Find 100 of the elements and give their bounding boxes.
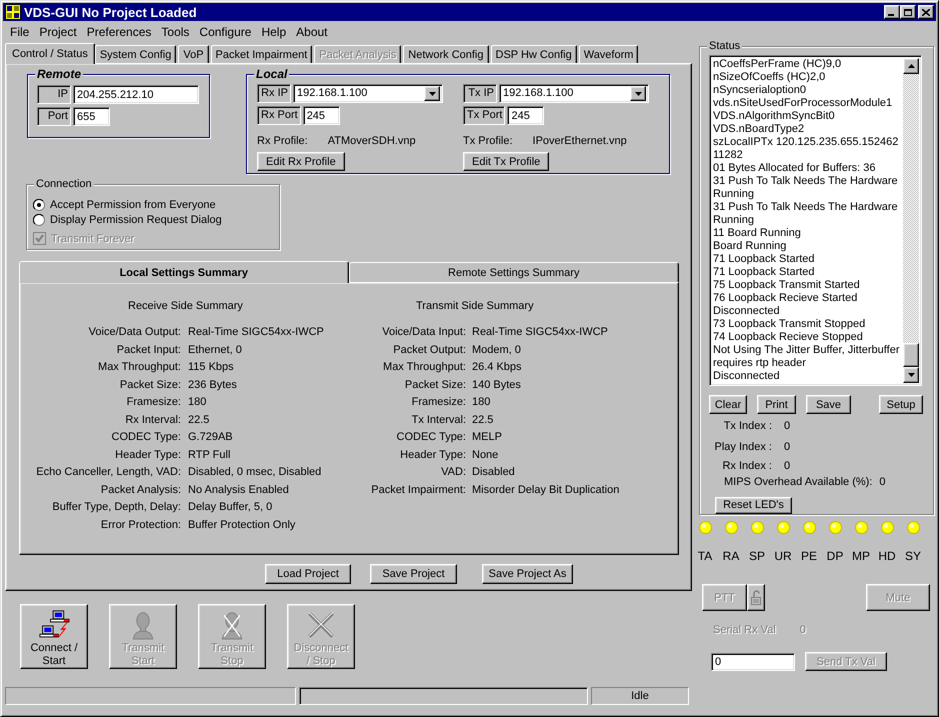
- menu-item[interactable]: Configure: [194, 24, 256, 38]
- radio-button[interactable]: [33, 198, 45, 210]
- setting-label: Max Throughput:: [97, 360, 182, 375]
- log-button[interactable]: Clear: [709, 395, 747, 414]
- profile-label: Rx Profile:: [257, 134, 308, 148]
- scrollbar-thumb[interactable]: [903, 343, 919, 367]
- setting-label: Framesize:: [410, 395, 467, 410]
- index-value: 0: [784, 420, 792, 433]
- setting-label: Framesize:: [126, 395, 182, 410]
- log-line: 75 Loopback Transmit Started: [713, 279, 861, 292]
- tab[interactable]: DSP Hw Config: [490, 45, 577, 63]
- setting-label: Header Type:: [114, 448, 182, 462]
- project-button[interactable]: Save Project: [370, 564, 457, 584]
- setting-value: 180: [188, 395, 208, 410]
- setting-label: Voice/Data Output:: [88, 325, 182, 340]
- setting-label: Voice/Data Input:: [381, 325, 467, 340]
- close-button[interactable]: [918, 5, 934, 19]
- field-label: Rx Port: [257, 106, 301, 125]
- tab[interactable]: System Config: [94, 45, 176, 63]
- option-label: Accept Permission from Everyone: [50, 198, 216, 210]
- lock-button[interactable]: [747, 584, 765, 611]
- action-button[interactable]: Connect / Start: [20, 604, 88, 669]
- up-arrow-icon: [908, 64, 914, 68]
- setting-value: Disabled: [472, 465, 516, 480]
- setting-label: CODEC Type:: [396, 430, 467, 445]
- setting-value: Misorder Delay Bit Duplication: [472, 482, 620, 498]
- group-title: Local: [254, 68, 290, 81]
- profile-name: IPoverEthernet.vnp: [532, 134, 627, 148]
- menu-item[interactable]: Help: [256, 24, 292, 38]
- tab[interactable]: Local Settings Summary: [19, 261, 348, 283]
- setting-value: None: [472, 448, 500, 462]
- index-value: 0: [784, 441, 792, 454]
- log-line: 11 Board Running: [713, 227, 802, 240]
- log-button[interactable]: Save: [806, 395, 851, 414]
- led-label: TA: [698, 550, 712, 563]
- checkbox-label: Transmit Forever: [51, 232, 134, 244]
- menu-item[interactable]: About: [291, 24, 332, 38]
- tab[interactable]: Packet Impairment: [210, 45, 312, 63]
- serial-rx-value: 0: [800, 624, 806, 637]
- reset-leds-button[interactable]: Reset LED's: [715, 497, 792, 514]
- mips-label: MIPS Overhead Available (%):: [724, 476, 872, 489]
- tx-value-field[interactable]: 0: [711, 652, 795, 670]
- index-value: 0: [784, 460, 792, 473]
- setting-value: 26.4 Kbps: [472, 360, 523, 375]
- log-line: nCoeffsPerFrame (HC)9,0: [713, 58, 842, 71]
- tab[interactable]: Remote Settings Summary: [348, 262, 679, 282]
- maximize-button[interactable]: [900, 5, 916, 19]
- project-button[interactable]: Load Project: [265, 564, 351, 584]
- led-label: SP: [748, 550, 765, 563]
- setting-label: CODEC Type:: [110, 430, 182, 445]
- setting-label: Packet Impairment:: [370, 482, 467, 498]
- log-line: 71 Loopback Started: [713, 253, 816, 266]
- log-line: VDS.nAlgorithmSyncBit0: [713, 110, 836, 123]
- section-heading: Receive Side Summary: [127, 299, 244, 314]
- log-line: 31 Push To Talk Needs The Hardware Running: [713, 201, 899, 227]
- log-line: 74 Loopback Recieve Stopped: [713, 331, 864, 344]
- ip-dropdown[interactable]: 192.168.1.100: [499, 84, 649, 103]
- mips-value: 0: [879, 476, 886, 489]
- edit-profile-button[interactable]: Edit Rx Profile: [257, 152, 345, 171]
- setting-value: 22.5: [188, 412, 210, 428]
- log-line: 01 Bytes Allocated for Buffers: 36: [713, 162, 876, 175]
- log-button[interactable]: Print: [757, 395, 796, 414]
- log-line: 73 Loopback Transmit Stopped: [713, 318, 866, 331]
- edit-profile-button[interactable]: Edit Tx Profile: [463, 152, 550, 171]
- log-line: Board Running: [713, 240, 788, 253]
- led-label: RA: [722, 550, 740, 563]
- setting-label: Packet Analysis:: [100, 482, 182, 498]
- close-icon: [922, 8, 930, 16]
- port-field[interactable]: 245: [302, 106, 340, 125]
- scroll-down-button[interactable]: [903, 367, 919, 383]
- padlock-icon: [751, 590, 761, 605]
- menu-item[interactable]: Tools: [156, 24, 194, 38]
- log-line: nSizeOfCoeffs (HC)2,0: [713, 71, 826, 84]
- tab[interactable]: Network Config: [403, 45, 488, 63]
- menu-item[interactable]: Preferences: [82, 24, 156, 38]
- tab[interactable]: Control / Status: [5, 43, 95, 64]
- setting-value: 236 Bytes: [188, 378, 238, 392]
- minimize-button[interactable]: [884, 5, 900, 19]
- setting-label: Max Throughput:: [382, 360, 467, 375]
- setting-value: Disabled, 0 msec, Disabled: [188, 465, 322, 480]
- log-button[interactable]: Setup: [879, 395, 923, 414]
- project-button[interactable]: Save Project As: [482, 564, 573, 584]
- menu-item[interactable]: Project: [34, 24, 82, 38]
- field-label: Tx IP: [463, 84, 497, 103]
- setting-value: G.729AB: [188, 430, 234, 445]
- tab[interactable]: VoP: [178, 45, 209, 63]
- port-field[interactable]: 245: [507, 106, 544, 125]
- tab[interactable]: Waveform: [578, 45, 638, 63]
- ip-field[interactable]: 204.255.212.10: [73, 85, 199, 104]
- log-line: nSyncserialoption0: [713, 84, 807, 97]
- menu-item[interactable]: File: [5, 24, 34, 38]
- scroll-up-button[interactable]: [903, 58, 919, 74]
- setting-value: Modem, 0: [472, 342, 522, 358]
- led-label: HD: [878, 550, 896, 563]
- led-label: UR: [774, 550, 792, 563]
- radio-button[interactable]: [33, 214, 45, 226]
- port-field[interactable]: 655: [73, 107, 110, 126]
- down-arrow-icon: [908, 373, 914, 377]
- window-title: VDS-GUI No Project Loaded: [24, 4, 198, 20]
- ip-dropdown[interactable]: 192.168.1.100: [293, 84, 443, 103]
